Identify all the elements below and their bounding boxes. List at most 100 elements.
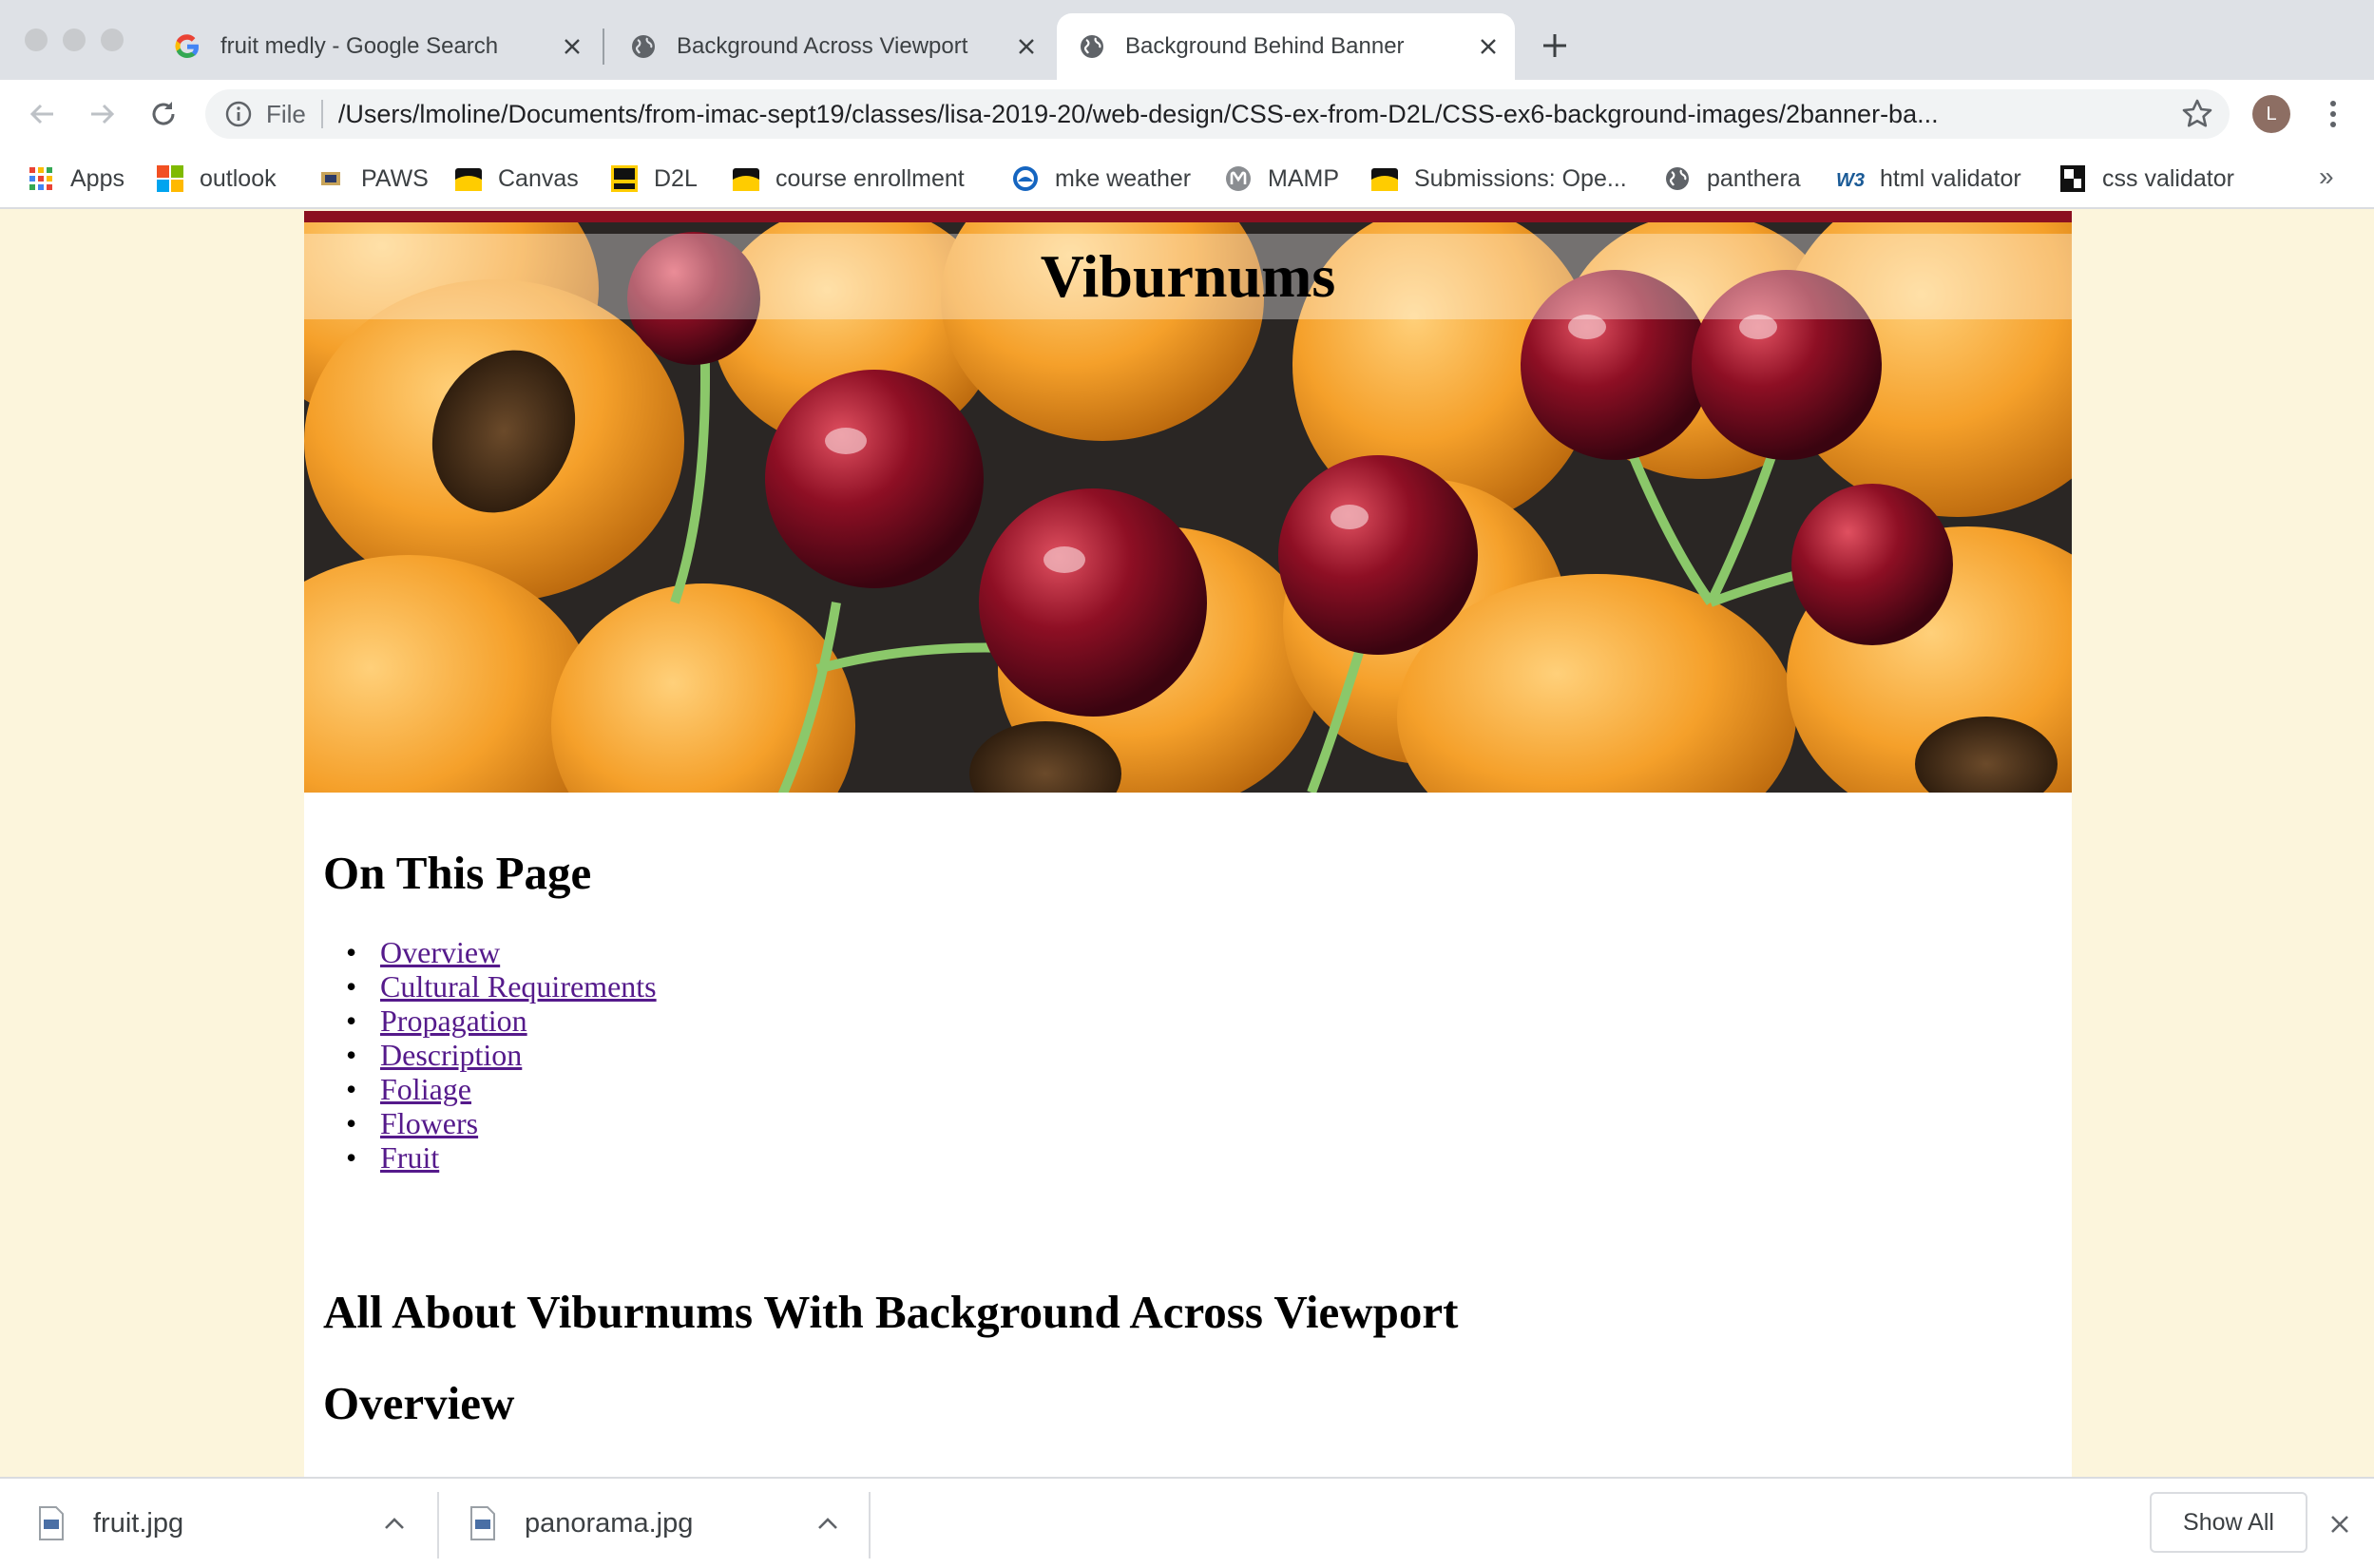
download-filename: panorama.jpg <box>525 1507 694 1539</box>
css-validator-icon <box>2060 165 2085 192</box>
bookmark-label: Submissions: Ope... <box>1414 164 1627 192</box>
banner-title-strip: Viburnums <box>304 234 2072 319</box>
bookmark-mke-weather[interactable]: mke weather <box>1011 158 1191 200</box>
bookmark-label: css validator <box>2102 164 2234 192</box>
list-item: Fruit <box>346 1140 657 1175</box>
info-icon[interactable] <box>224 100 253 128</box>
minimize-window-button[interactable] <box>63 29 86 51</box>
kebab-menu-icon <box>2330 101 2336 127</box>
tab-google-search[interactable]: fruit medly - Google Search <box>152 13 599 80</box>
jpeg-file-icon <box>39 1506 64 1540</box>
bookmark-paws[interactable]: PAWS <box>317 158 429 200</box>
bookmark-label: course enrollment <box>775 164 965 192</box>
download-item-panorama[interactable]: panorama.jpg <box>469 1479 842 1568</box>
bookmark-canvas[interactable]: Canvas <box>454 158 579 200</box>
bookmark-panthera[interactable]: panthera <box>1663 158 1801 200</box>
maximize-window-button[interactable] <box>101 29 124 51</box>
svg-text:W3: W3 <box>1836 170 1865 191</box>
toc-link-foliage[interactable]: Foliage <box>380 1072 471 1106</box>
browser-toolbar: File /Users/lmoline/Documents/from-imac-… <box>0 80 2374 148</box>
bookmark-html-validator[interactable]: W3 html validator <box>1836 158 2021 200</box>
url-scheme: File <box>266 99 306 128</box>
noaa-icon <box>1013 166 1038 191</box>
bookmark-outlook[interactable]: outlook <box>156 158 277 200</box>
page-viewport: Viburnums On This Page Overview Cultural… <box>0 211 2374 1477</box>
bookmark-label: outlook <box>200 164 277 192</box>
tab-title: fruit medly - Google Search <box>220 33 499 59</box>
section-heading-overview: Overview <box>323 1377 515 1429</box>
folder-icon <box>733 168 759 191</box>
reload-button[interactable] <box>144 95 182 133</box>
tab-separator <box>603 29 604 65</box>
close-icon[interactable] <box>1471 29 1505 64</box>
toc-link-overview[interactable]: Overview <box>380 935 500 969</box>
list-item: Foliage <box>346 1072 657 1106</box>
toc-link-description[interactable]: Description <box>380 1038 522 1072</box>
list-item: Propagation <box>346 1004 657 1038</box>
bookmark-css-validator[interactable]: css validator <box>2058 158 2234 200</box>
close-window-button[interactable] <box>25 29 48 51</box>
download-filename: fruit.jpg <box>93 1507 184 1539</box>
bookmark-mamp[interactable]: MAMP <box>1224 158 1339 200</box>
download-item-fruit[interactable]: fruit.jpg <box>38 1479 409 1568</box>
jpeg-file-icon <box>470 1506 495 1540</box>
download-separator <box>869 1492 871 1558</box>
bookmark-course-enrollment[interactable]: course enrollment <box>732 158 965 200</box>
bookmarks-bar: Apps outlook PAWS Canvas D2L course enro… <box>0 148 2374 209</box>
bookmark-apps[interactable]: Apps <box>27 158 124 200</box>
chevron-up-icon[interactable] <box>814 1509 842 1538</box>
page-title: Viburnums <box>1040 242 1336 310</box>
bookmarks-overflow-button[interactable]: » <box>2319 162 2334 192</box>
toc-link-cultural-requirements[interactable]: Cultural Requirements <box>380 969 657 1004</box>
list-item: Cultural Requirements <box>346 969 657 1004</box>
bookmark-submissions[interactable]: Submissions: Ope... <box>1370 158 1627 200</box>
bookmark-d2l[interactable]: D2L <box>610 158 698 200</box>
address-bar[interactable]: File /Users/lmoline/Documents/from-imac-… <box>205 89 2230 139</box>
arrow-right-icon <box>91 104 115 124</box>
d2l-icon <box>611 165 638 192</box>
tab-title: Background Behind Banner <box>1125 33 1405 59</box>
bookmark-label: panthera <box>1707 164 1801 192</box>
bookmark-label: PAWS <box>361 164 429 192</box>
arrow-left-icon <box>29 104 53 124</box>
chevron-up-icon[interactable] <box>380 1509 409 1538</box>
list-item: Description <box>346 1038 657 1072</box>
close-icon[interactable] <box>555 29 589 64</box>
bookmark-label: MAMP <box>1268 164 1339 192</box>
w3c-icon: W3 <box>1836 170 1865 191</box>
menu-button[interactable] <box>2319 95 2347 133</box>
tab-background-behind-banner[interactable]: Background Behind Banner <box>1057 13 1515 80</box>
new-tab-button[interactable] <box>1534 25 1576 67</box>
profile-avatar[interactable]: L <box>2252 95 2290 133</box>
bookmark-star-icon[interactable] <box>2180 97 2214 131</box>
list-item: Flowers <box>346 1106 657 1140</box>
mamp-icon <box>1226 166 1251 191</box>
paws-icon <box>321 172 340 185</box>
globe-icon <box>632 35 655 58</box>
plus-icon <box>1543 34 1566 57</box>
close-icon[interactable] <box>1009 29 1043 64</box>
on-this-page-heading: On This Page <box>323 847 592 899</box>
bookmark-label: D2L <box>654 164 698 192</box>
toc-link-propagation[interactable]: Propagation <box>380 1004 527 1038</box>
toc-link-fruit[interactable]: Fruit <box>380 1140 439 1175</box>
url-text[interactable]: /Users/lmoline/Documents/from-imac-sept1… <box>338 100 2169 129</box>
close-shelf-button[interactable] <box>2323 1507 2357 1541</box>
bookmark-label: html validator <box>1880 164 2021 192</box>
globe-icon <box>1666 167 1689 190</box>
google-icon <box>175 34 200 59</box>
tab-background-across-viewport[interactable]: Background Across Viewport <box>608 13 1053 80</box>
close-icon <box>2331 1516 2348 1533</box>
bookmark-label: mke weather <box>1055 164 1192 192</box>
globe-icon <box>1081 35 1103 58</box>
reload-icon <box>152 102 175 125</box>
show-all-button[interactable]: Show All <box>2150 1492 2307 1553</box>
toc-link-flowers[interactable]: Flowers <box>380 1106 478 1140</box>
forward-button[interactable] <box>84 95 122 133</box>
folder-icon <box>455 168 482 191</box>
tab-strip: fruit medly - Google Search Background A… <box>0 0 2374 80</box>
back-button[interactable] <box>23 95 61 133</box>
download-shelf: fruit.jpg panorama.jpg Show All <box>0 1477 2374 1568</box>
bookmark-label: Apps <box>70 164 124 192</box>
bookmark-label: Canvas <box>498 164 579 192</box>
